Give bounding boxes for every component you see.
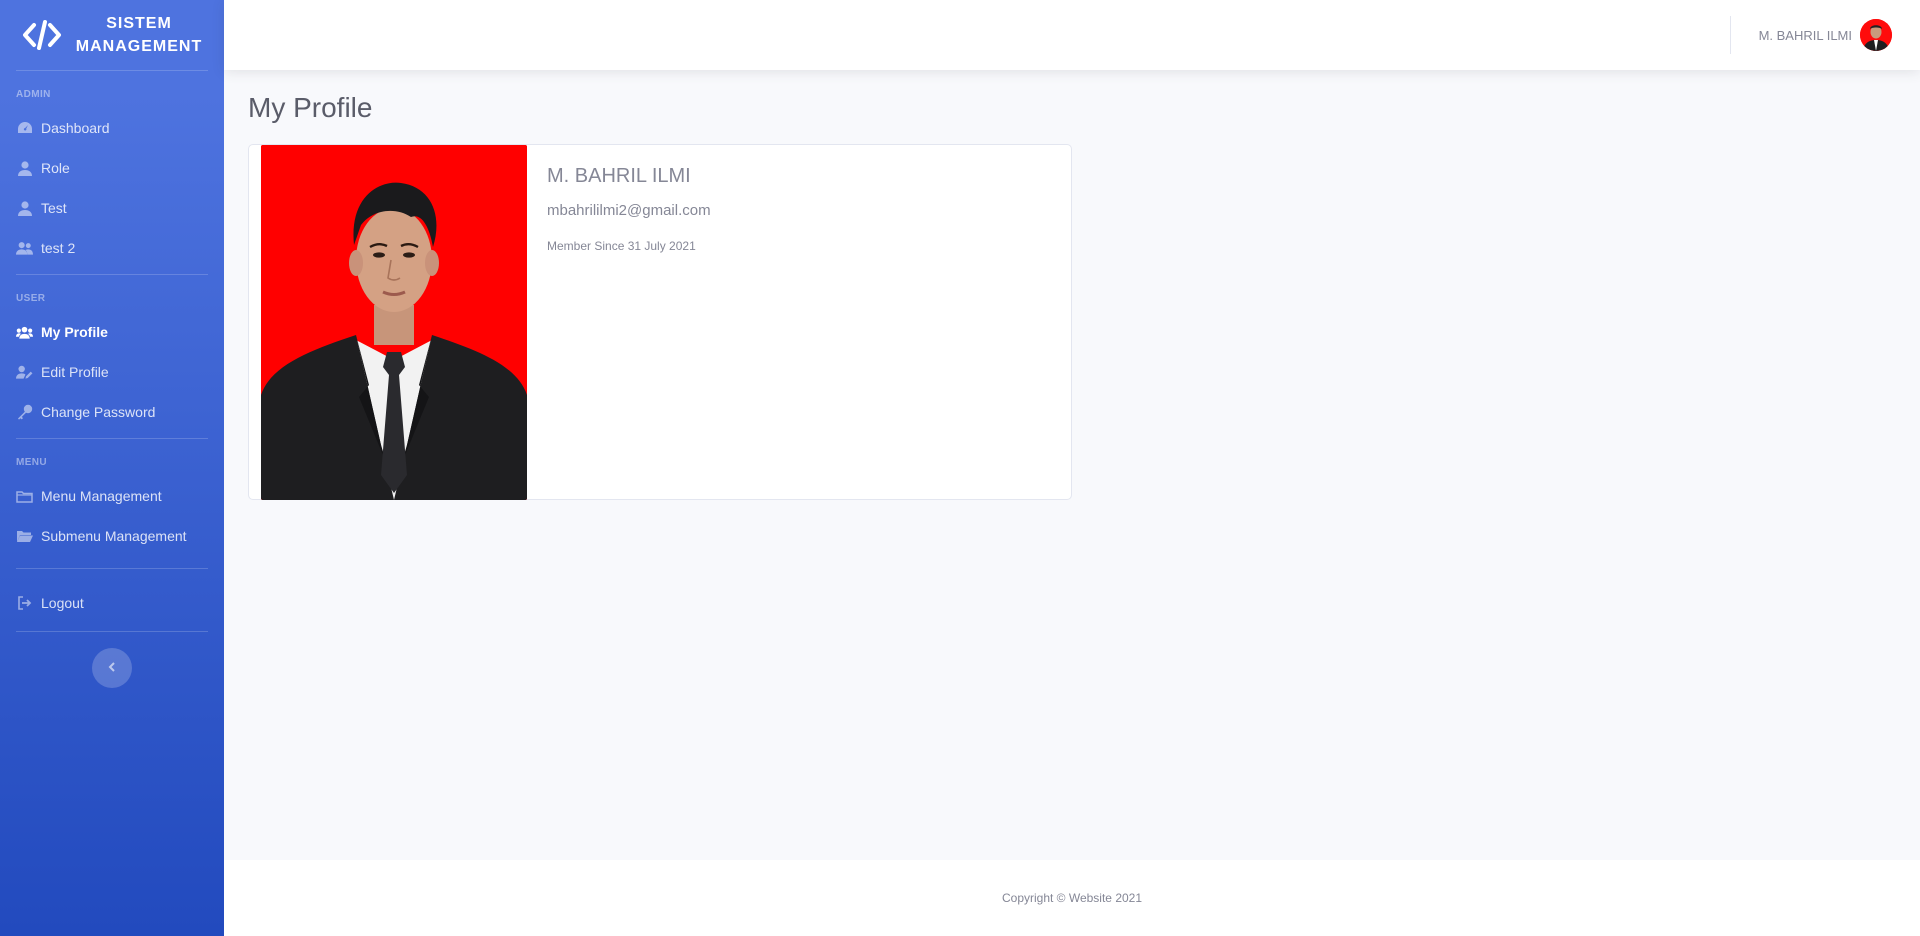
brand-name: SISTEM MANAGEMENT: [75, 15, 203, 55]
footer: Copyright © Website 2021: [224, 860, 1920, 936]
avatar[interactable]: [1860, 19, 1892, 51]
profile-photo: [261, 145, 527, 500]
code-logo-icon: [22, 15, 62, 55]
folder-icon: [16, 488, 33, 504]
sidebar-item-test[interactable]: Test: [0, 188, 224, 228]
users-icon: [16, 324, 33, 340]
copyright-text: Copyright © Website 2021: [1001, 891, 1143, 905]
sidebar-item-test-2[interactable]: test 2: [0, 228, 224, 268]
sidebar-item-label: Test: [41, 200, 67, 216]
user-edit-icon: [16, 364, 33, 380]
user-friends-icon: [16, 240, 33, 256]
sidebar-item-label: Role: [41, 160, 70, 176]
sidebar-item-label: My Profile: [41, 324, 108, 340]
sidebar-toggle-button[interactable]: [92, 648, 132, 688]
sidebar-item-menu-management[interactable]: Menu Management: [0, 476, 224, 516]
sidebar-heading-admin: ADMIN: [16, 89, 51, 100]
sidebar-heading-menu: MENU: [16, 457, 48, 468]
sidebar-item-submenu-management[interactable]: Submenu Management: [0, 516, 224, 556]
content-wrapper: M. BAHRIL ILMI My Profile M. BAHRIL ILMI…: [224, 0, 1920, 936]
sidebar-item-role[interactable]: Role: [0, 148, 224, 188]
sidebar-item-label: Menu Management: [41, 488, 162, 504]
profile-card: M. BAHRIL ILMI mbahrililmi2@gmail.com Me…: [248, 144, 1072, 500]
sidebar-item-label: Change Password: [41, 404, 156, 420]
page-title: My Profile: [248, 92, 373, 123]
tachometer-icon: [16, 120, 33, 136]
sidebar-item-logout[interactable]: Logout: [0, 583, 224, 623]
sidebar-divider: [16, 568, 208, 569]
topbar: M. BAHRIL ILMI: [224, 0, 1920, 70]
key-icon: [16, 404, 33, 420]
brand[interactable]: SISTEM MANAGEMENT: [0, 0, 224, 70]
sidebar-item-dashboard[interactable]: Dashboard: [0, 108, 224, 148]
sidebar: SISTEM MANAGEMENT ADMIN Dashboard Role T…: [0, 0, 224, 936]
sidebar-item-label: test 2: [41, 240, 76, 256]
sidebar-item-my-profile[interactable]: My Profile: [0, 312, 224, 352]
sidebar-item-change-password[interactable]: Change Password: [0, 392, 224, 432]
folder-open-icon: [16, 528, 33, 544]
profile-details: M. BAHRIL ILMI mbahrililmi2@gmail.com Me…: [527, 145, 731, 499]
topbar-user-name[interactable]: M. BAHRIL ILMI: [1759, 28, 1852, 43]
user-icon: [16, 200, 33, 216]
topbar-divider: [1729, 16, 1731, 54]
profile-email: mbahrililmi2@gmail.com: [547, 202, 711, 219]
sidebar-divider: [16, 631, 208, 632]
sidebar-item-label: Dashboard: [41, 120, 110, 136]
sidebar-item-label: Edit Profile: [41, 364, 109, 380]
sign-out-icon: [16, 595, 33, 611]
sidebar-heading-user: USER: [16, 293, 46, 304]
chevron-left-icon: [108, 659, 116, 677]
sidebar-item-edit-profile[interactable]: Edit Profile: [0, 352, 224, 392]
profile-name: M. BAHRIL ILMI: [547, 165, 691, 187]
sidebar-item-label: Logout: [41, 595, 84, 611]
profile-member-since: Member Since 31 July 2021: [547, 239, 696, 253]
user-icon: [16, 160, 33, 176]
sidebar-item-label: Submenu Management: [41, 528, 187, 544]
main-content: My Profile M. BAHRIL ILMI mbahrililmi2@g…: [224, 70, 1920, 860]
